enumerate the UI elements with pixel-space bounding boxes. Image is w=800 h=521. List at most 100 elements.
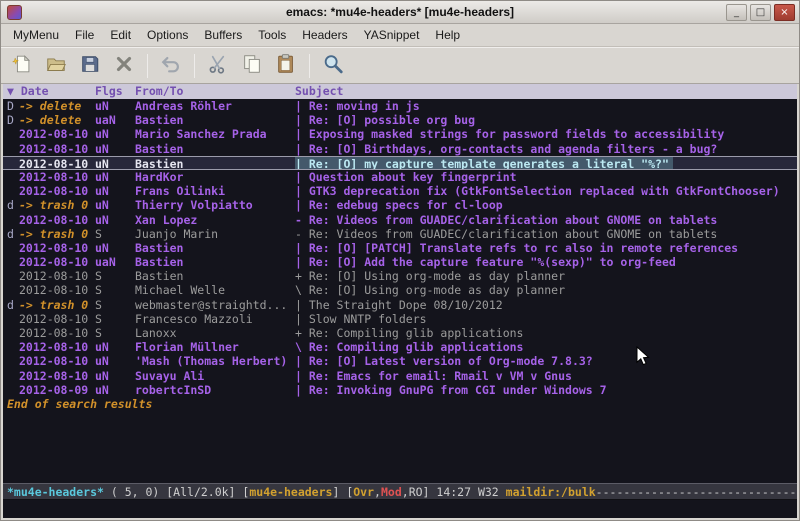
subject-cell: | Re: [O] possible org bug: [295, 113, 797, 127]
date-cell: -> trash 0: [19, 198, 95, 212]
minimize-button[interactable]: _: [726, 4, 747, 21]
from-cell: Andreas Röhler: [135, 99, 295, 113]
open-file-icon: [45, 53, 67, 78]
copy-button[interactable]: [237, 51, 267, 81]
emacs-window: emacs: *mu4e-headers* [mu4e-headers] _ □…: [0, 0, 800, 521]
message-row[interactable]: 2012-08-10uNBastien| Re: [O] [PATCH] Tra…: [3, 241, 797, 255]
mark-cell: [3, 340, 19, 354]
menu-buffers[interactable]: Buffers: [196, 25, 250, 45]
message-row[interactable]: D-> deleteuaNBastien| Re: [O] possible o…: [3, 113, 797, 127]
date-cell: -> delete: [19, 113, 95, 127]
save-button[interactable]: [75, 51, 105, 81]
date-cell: 2012-08-10: [19, 184, 95, 198]
undo-button[interactable]: [156, 51, 186, 81]
menu-mymenu[interactable]: MyMenu: [5, 25, 67, 45]
message-row[interactable]: 2012-08-10uNXan Lopez- Re: Videos from G…: [3, 213, 797, 227]
message-row[interactable]: 2012-08-10SMichael Welle\ Re: [O] Using …: [3, 283, 797, 297]
mark-cell: D: [3, 113, 19, 127]
flags-cell: uN: [95, 340, 135, 354]
subject-cell: | Re: edebug specs for cl-loop: [295, 198, 797, 212]
flags-cell: uN: [95, 157, 135, 169]
flags-cell: uN: [95, 383, 135, 397]
modeline-segment: ,: [402, 485, 409, 499]
menu-help[interactable]: Help: [427, 25, 468, 45]
mark-cell: [3, 142, 19, 156]
paste-icon: [275, 53, 297, 78]
new-file-button[interactable]: [7, 51, 37, 81]
menu-file[interactable]: File: [67, 25, 102, 45]
menu-edit[interactable]: Edit: [102, 25, 139, 45]
modeline-segment: Ovr: [353, 485, 374, 499]
mark-cell: [3, 127, 19, 141]
message-row[interactable]: d-> trash 0SJuanjo Marin- Re: Videos fro…: [3, 227, 797, 241]
toolbar-separator: [309, 54, 310, 78]
close-button[interactable]: ×: [774, 4, 795, 21]
column-header-date[interactable]: ▼ Date: [3, 84, 95, 99]
message-row[interactable]: 2012-08-10uNSuvayu Ali| Re: Emacs for em…: [3, 369, 797, 383]
cut-icon: [207, 53, 229, 78]
modeline-segment: *mu4e-headers*: [7, 485, 104, 499]
from-cell: Bastien: [135, 142, 295, 156]
from-cell: Suvayu Ali: [135, 369, 295, 383]
subject-cell: | Re: [O] Latest version of Org-mode 7.8…: [295, 354, 797, 368]
column-header-from[interactable]: From/To: [135, 84, 295, 99]
close-buffer-button[interactable]: [109, 51, 139, 81]
column-header-flags[interactable]: Flgs: [95, 84, 135, 99]
from-cell: Bastien: [135, 113, 295, 127]
message-row[interactable]: d-> trash 0uNThierry Volpiatto| Re: edeb…: [3, 198, 797, 212]
flags-cell: uN: [95, 369, 135, 383]
toolbar: [1, 47, 799, 84]
flags-cell: S: [95, 283, 135, 297]
flags-cell: uN: [95, 127, 135, 141]
from-cell: Florian Müllner: [135, 340, 295, 354]
date-cell: 2012-08-10: [19, 241, 95, 255]
message-row[interactable]: 2012-08-10SBastien+ Re: [O] Using org-mo…: [3, 269, 797, 283]
menu-yasnippet[interactable]: YASnippet: [356, 25, 428, 45]
mark-cell: [3, 369, 19, 383]
message-row[interactable]: 2012-08-10uNBastien| Re: [O] Birthdays, …: [3, 142, 797, 156]
flags-cell: S: [95, 312, 135, 326]
message-row[interactable]: 2012-08-10uN'Mash (Thomas Herbert)| Re: …: [3, 354, 797, 368]
subject-cell: - Re: Videos from GUADEC/clarification a…: [295, 213, 797, 227]
message-row[interactable]: 2012-08-10uNFrans Oilinki| GTK3 deprecat…: [3, 184, 797, 198]
date-cell: 2012-08-10: [19, 127, 95, 141]
from-cell: Lanoxx: [135, 326, 295, 340]
mark-cell: [3, 312, 19, 326]
undo-icon: [160, 53, 182, 78]
modeline-segment: maildir:/bulk: [506, 485, 596, 499]
subject-cell: | Question about key fingerprint: [295, 170, 797, 184]
message-row[interactable]: D-> deleteuNAndreas Röhler| Re: moving i…: [3, 99, 797, 113]
subject-cell: | Re: moving in js: [295, 99, 797, 113]
column-header-subject[interactable]: Subject: [295, 84, 797, 99]
titlebar: emacs: *mu4e-headers* [mu4e-headers] _ □…: [1, 1, 799, 24]
message-row[interactable]: 2012-08-10uNHardKor| Question about key …: [3, 170, 797, 184]
message-row[interactable]: 2012-08-10uNBastien| Re: [O] my capture …: [3, 156, 797, 170]
menu-options[interactable]: Options: [139, 25, 196, 45]
mark-cell: [3, 157, 19, 169]
flags-cell: uN: [95, 142, 135, 156]
subject-cell: | Re: [O] my capture template generates …: [295, 157, 673, 169]
message-row[interactable]: d-> trash 0Swebmaster@straightd...| The …: [3, 298, 797, 312]
message-row[interactable]: 2012-08-10SFrancesco Mazzoli| Slow NNTP …: [3, 312, 797, 326]
flags-cell: S: [95, 227, 135, 241]
message-row[interactable]: 2012-08-09uNrobertcInSD| Re: Invoking Gn…: [3, 383, 797, 397]
message-row[interactable]: 2012-08-10uNFlorian Müllner\ Re: Compili…: [3, 340, 797, 354]
open-file-button[interactable]: [41, 51, 71, 81]
message-row[interactable]: 2012-08-10uNMario Sanchez Prada| Exposin…: [3, 127, 797, 141]
search-button[interactable]: [318, 51, 348, 81]
message-row[interactable]: 2012-08-10SLanoxx+ Re: Compiling glib ap…: [3, 326, 797, 340]
headers-header-line: ▼ Date Flgs From/To Subject: [3, 84, 797, 99]
from-cell: Bastien: [135, 269, 295, 283]
from-cell: Thierry Volpiatto: [135, 198, 295, 212]
message-row[interactable]: 2012-08-10uaNBastien| Re: [O] Add the ca…: [3, 255, 797, 269]
paste-button[interactable]: [271, 51, 301, 81]
flags-cell: uN: [95, 184, 135, 198]
echo-area[interactable]: [3, 500, 797, 518]
flags-cell: uN: [95, 170, 135, 184]
cut-button[interactable]: [203, 51, 233, 81]
menu-tools[interactable]: Tools: [250, 25, 294, 45]
maximize-button[interactable]: □: [750, 4, 771, 21]
date-cell: -> delete: [19, 99, 95, 113]
menu-headers[interactable]: Headers: [294, 25, 355, 45]
modeline: *mu4e-headers* ( 5, 0) [All/2.0k] [mu4e-…: [3, 483, 797, 500]
